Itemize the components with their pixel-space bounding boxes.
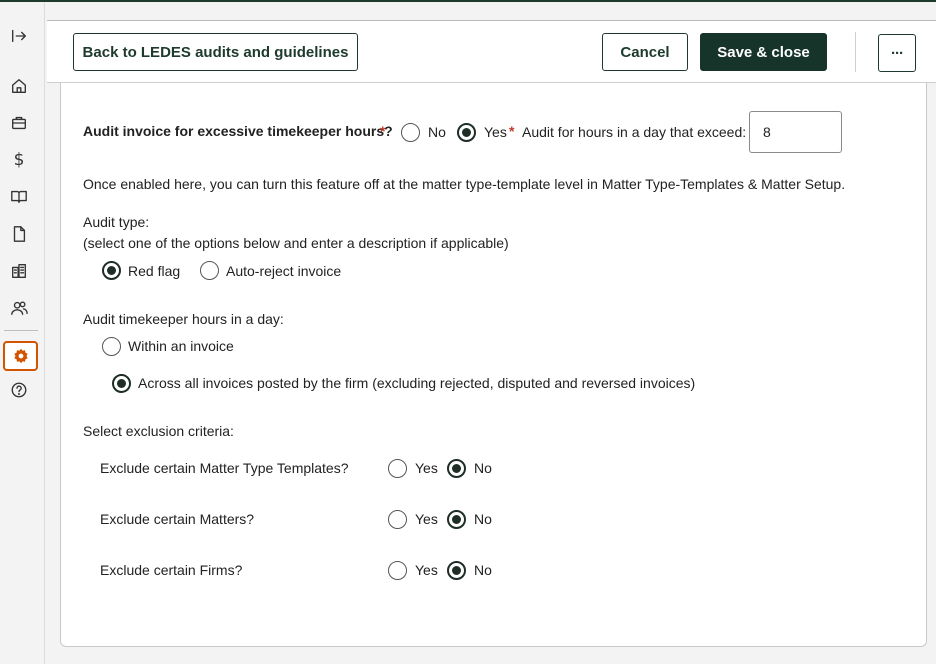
help-icon[interactable] xyxy=(7,378,31,402)
info-text: Once enabled here, you can turn this fea… xyxy=(83,176,846,192)
within-invoice-label: Within an invoice xyxy=(128,338,234,354)
users-icon[interactable] xyxy=(7,296,31,320)
excessive-hours-yes-label: Yes xyxy=(484,124,507,140)
red-flag-radio[interactable] xyxy=(102,261,121,280)
exclude-mtt-yes-label: Yes xyxy=(415,460,438,476)
auto-reject-radio[interactable] xyxy=(200,261,219,280)
dollar-glyph: $ xyxy=(13,150,25,170)
across-invoices-label: Across all invoices posted by the firm (… xyxy=(138,375,696,391)
hours-threshold-input[interactable] xyxy=(749,111,842,153)
excessive-hours-no-radio[interactable] xyxy=(401,123,420,142)
audit-type-label: Audit type: xyxy=(83,214,150,230)
gear-icon[interactable] xyxy=(3,341,38,371)
document-icon[interactable] xyxy=(7,222,31,246)
header-divider xyxy=(855,32,856,72)
top-accent-line xyxy=(0,0,936,2)
across-invoices-radio[interactable] xyxy=(112,374,131,393)
excessive-hours-label: Audit invoice for excessive timekeeper h… xyxy=(83,123,393,139)
auto-reject-label: Auto-reject invoice xyxy=(226,263,342,279)
more-options-button[interactable]: ··· xyxy=(878,34,916,72)
audit-settings-card: Audit invoice for excessive timekeeper h… xyxy=(60,83,927,647)
exclude-mtt-label: Exclude certain Matter Type Templates? xyxy=(100,460,349,476)
exclude-firms-yes-radio[interactable] xyxy=(388,561,407,580)
exclude-matters-no-label: No xyxy=(474,511,492,527)
expand-icon[interactable] xyxy=(7,24,31,48)
hours-scope-label: Audit timekeeper hours in a day: xyxy=(83,311,284,327)
sidebar-nav: $ xyxy=(0,2,45,664)
back-button[interactable]: Back to LEDES audits and guidelines xyxy=(73,33,358,71)
exclude-firms-yes-label: Yes xyxy=(415,562,438,578)
within-invoice-radio[interactable] xyxy=(102,337,121,356)
home-icon[interactable] xyxy=(7,74,31,98)
save-close-button[interactable]: Save & close xyxy=(700,33,827,71)
audit-type-hint: (select one of the options below and ent… xyxy=(83,235,509,251)
red-flag-label: Red flag xyxy=(128,263,181,279)
building-icon[interactable] xyxy=(7,259,31,283)
dollar-icon[interactable]: $ xyxy=(7,148,31,172)
book-icon[interactable] xyxy=(7,185,31,209)
required-mark: * xyxy=(380,123,386,139)
exclude-firms-label: Exclude certain Firms? xyxy=(100,562,243,578)
exclude-firms-no-label: No xyxy=(474,562,492,578)
hours-threshold-label: Audit for hours in a day that exceed: xyxy=(522,124,747,140)
page-header: Back to LEDES audits and guidelines Canc… xyxy=(47,20,936,83)
excessive-hours-no-label: No xyxy=(428,124,446,140)
exclude-matters-label: Exclude certain Matters? xyxy=(100,511,255,527)
cancel-button[interactable]: Cancel xyxy=(602,33,688,71)
sidebar-divider xyxy=(4,330,38,331)
exclude-mtt-yes-radio[interactable] xyxy=(388,459,407,478)
briefcase-icon[interactable] xyxy=(7,111,31,135)
required-mark: * xyxy=(509,123,515,139)
exclude-matters-yes-radio[interactable] xyxy=(388,510,407,529)
exclusion-label: Select exclusion criteria: xyxy=(83,423,234,439)
exclude-mtt-no-label: No xyxy=(474,460,492,476)
exclude-matters-no-radio[interactable] xyxy=(447,510,466,529)
exclude-firms-no-radio[interactable] xyxy=(447,561,466,580)
exclude-matters-yes-label: Yes xyxy=(415,511,438,527)
excessive-hours-yes-radio[interactable] xyxy=(457,123,476,142)
exclude-mtt-no-radio[interactable] xyxy=(447,459,466,478)
